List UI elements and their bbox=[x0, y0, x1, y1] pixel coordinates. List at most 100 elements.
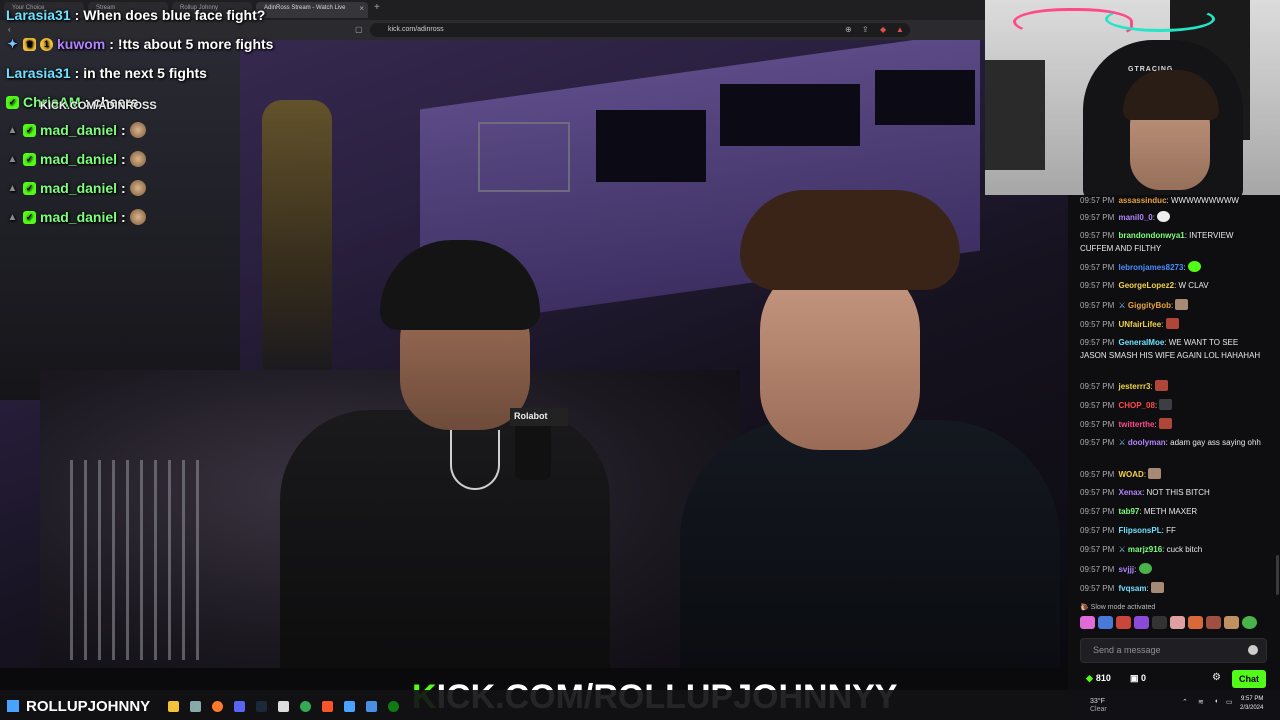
gift-counter[interactable]: ▣ 0 bbox=[1130, 673, 1146, 684]
file-explorer-icon[interactable] bbox=[168, 701, 179, 712]
gear-icon[interactable]: ⚙ bbox=[1212, 672, 1221, 683]
chat-message: 09:57 PM ⚔ marjz916: cuck bitch bbox=[1080, 545, 1203, 554]
chat-scrollbar[interactable] bbox=[1276, 555, 1279, 595]
emote-button[interactable] bbox=[1152, 616, 1167, 629]
chat-message: 09:57 PM fvqsam: bbox=[1080, 582, 1266, 596]
msg-user[interactable]: WOAD bbox=[1118, 470, 1143, 479]
bookmark-icon[interactable]: ▢ bbox=[355, 25, 363, 34]
emote-button[interactable] bbox=[1170, 616, 1185, 629]
volume-icon[interactable]: ◖ bbox=[1214, 698, 1218, 705]
msg-user[interactable]: UNfairLifee bbox=[1118, 320, 1161, 329]
apps-grid-icon[interactable] bbox=[344, 701, 355, 712]
emote-button[interactable] bbox=[1080, 616, 1095, 629]
overlay-line: ▲ ✓ mad_daniel: bbox=[6, 206, 146, 228]
emote-button[interactable] bbox=[1116, 616, 1131, 629]
xbox-icon[interactable] bbox=[388, 701, 399, 712]
msg-time: 09:57 PM bbox=[1080, 320, 1115, 329]
gift-value: 0 bbox=[1141, 673, 1147, 683]
channel-points[interactable]: ◆ 810 bbox=[1086, 673, 1111, 684]
msg-user[interactable]: GeneralMoe bbox=[1118, 338, 1164, 347]
chat-message: 09:57 PM CHOP_08: bbox=[1080, 399, 1266, 413]
msg-user[interactable]: tab97 bbox=[1118, 507, 1139, 516]
overlay-user: Larasia31 bbox=[6, 65, 71, 81]
emote-icon bbox=[1159, 399, 1173, 410]
overlay-line: ✦ ♛ 1 kuwom: !tts about 5 more fights bbox=[6, 33, 273, 55]
zoom-icon[interactable]: ⊕ bbox=[845, 25, 852, 34]
msg-user[interactable]: svjjj bbox=[1118, 565, 1134, 574]
firefox-icon[interactable] bbox=[212, 701, 223, 712]
msg-user[interactable]: GeorgeLopez2 bbox=[1118, 281, 1174, 290]
msg-user[interactable]: GiggityBob bbox=[1128, 301, 1171, 310]
msg-user[interactable]: CHOP_08 bbox=[1118, 401, 1154, 410]
msg-user[interactable]: brandondonwya1 bbox=[1118, 231, 1184, 240]
msg-user[interactable]: lebronjames8273 bbox=[1118, 263, 1183, 272]
msg-user[interactable]: Xenax bbox=[1118, 488, 1142, 497]
system-clock[interactable]: 9:57 PM 2/3/2024 bbox=[1240, 695, 1263, 713]
overlay-text: !tts about 5 more fights bbox=[117, 36, 274, 52]
emoji-picker-icon[interactable] bbox=[1248, 645, 1258, 655]
emote-button[interactable] bbox=[1206, 616, 1221, 629]
mod-icon: ▲ bbox=[7, 153, 18, 165]
address-bar[interactable]: kick.com/adinross bbox=[370, 23, 910, 37]
windows-start-icon[interactable] bbox=[7, 700, 19, 712]
weather-widget[interactable]: 33°F bbox=[1090, 698, 1105, 705]
sword-icon: ✦ bbox=[7, 36, 18, 51]
tray-chevron-icon[interactable]: ⌃ bbox=[1182, 698, 1188, 706]
brave-icon[interactable]: ◆ bbox=[880, 25, 886, 34]
chat-message: 09:57 PM tab97: METH MAXER bbox=[1080, 507, 1198, 516]
emote-button[interactable] bbox=[1188, 616, 1203, 629]
msg-user[interactable]: fvqsam bbox=[1118, 584, 1146, 593]
alert-icon[interactable]: ▲ bbox=[896, 25, 904, 34]
share-icon[interactable]: ⇪ bbox=[862, 25, 869, 34]
settings-icon[interactable] bbox=[190, 701, 201, 712]
obs-icon[interactable] bbox=[278, 701, 289, 712]
msg-user[interactable]: jesterrr3 bbox=[1118, 382, 1150, 391]
snail-icon: 🐌 bbox=[1080, 604, 1089, 611]
emote-button[interactable] bbox=[1134, 616, 1149, 629]
interviewee-hair bbox=[740, 190, 960, 290]
msg-user[interactable]: FlipsonsPL bbox=[1118, 526, 1161, 535]
msg-user[interactable]: marjz916 bbox=[1128, 545, 1162, 554]
mod-icon: ▲ bbox=[7, 182, 18, 194]
discord-icon[interactable] bbox=[234, 701, 245, 712]
emote-button[interactable] bbox=[1098, 616, 1113, 629]
interviewee bbox=[660, 190, 1060, 668]
browser-tab-active[interactable]: AdinRoss Stream - Watch Live × bbox=[256, 2, 368, 18]
msg-user[interactable]: manil0_0 bbox=[1118, 213, 1152, 222]
basketball-hoop bbox=[478, 122, 570, 192]
overlay-text: When does blue face fight? bbox=[83, 7, 266, 23]
mod-icon: ▲ bbox=[7, 124, 18, 136]
emote-button[interactable] bbox=[1224, 616, 1239, 629]
chrome-icon[interactable] bbox=[300, 701, 311, 712]
chat-input-placeholder: Send a message bbox=[1093, 645, 1161, 655]
msg-time: 09:57 PM bbox=[1080, 438, 1115, 447]
wifi-icon[interactable]: ≋ bbox=[1198, 698, 1204, 706]
clock-date: 2/3/2024 bbox=[1240, 705, 1264, 711]
sword-icon: ⚔ bbox=[1118, 301, 1126, 310]
msg-user[interactable]: doolyman bbox=[1128, 438, 1166, 447]
stream-video[interactable]: Rolabot bbox=[0, 40, 1068, 668]
steam-icon[interactable] bbox=[256, 701, 267, 712]
chat-message: 09:57 PM jesterrr3: bbox=[1080, 380, 1266, 394]
overlay-line: Larasia31: in the next 5 fights bbox=[6, 62, 207, 84]
chat-input[interactable]: Send a message bbox=[1080, 638, 1267, 663]
new-tab-button[interactable]: + bbox=[374, 2, 380, 13]
emote-icon bbox=[1158, 418, 1172, 429]
msg-user[interactable]: twitterthe bbox=[1118, 420, 1154, 429]
chat-panel: 09:57 PM assassinduc: WWWWWWWWW 09:57 PM… bbox=[1068, 195, 1280, 671]
overlay-line: Larasia31: When does blue face fight? bbox=[6, 4, 265, 26]
brave-icon[interactable] bbox=[322, 701, 333, 712]
msg-user[interactable]: assassinduc bbox=[1118, 196, 1166, 205]
close-tab-icon[interactable]: × bbox=[359, 4, 364, 13]
msg-text: WWWWWWWWW bbox=[1170, 196, 1239, 205]
weather-desc: Clear bbox=[1090, 706, 1107, 713]
streamer-name: ROLLUPJOHNNY bbox=[26, 698, 151, 715]
webcam-feed: GTRACING bbox=[985, 0, 1280, 195]
emote-button[interactable] bbox=[1242, 616, 1257, 629]
msg-time: 09:57 PM bbox=[1080, 488, 1115, 497]
photos-icon[interactable] bbox=[366, 701, 377, 712]
chat-message: 09:57 PM lebronjames8273: bbox=[1080, 261, 1266, 275]
chat-message: 09:57 PM GeneralMoe: WE WANT TO SEE JASO… bbox=[1080, 338, 1261, 360]
chat-send-button[interactable]: Chat bbox=[1232, 670, 1266, 688]
battery-icon[interactable]: ▭ bbox=[1226, 698, 1233, 706]
